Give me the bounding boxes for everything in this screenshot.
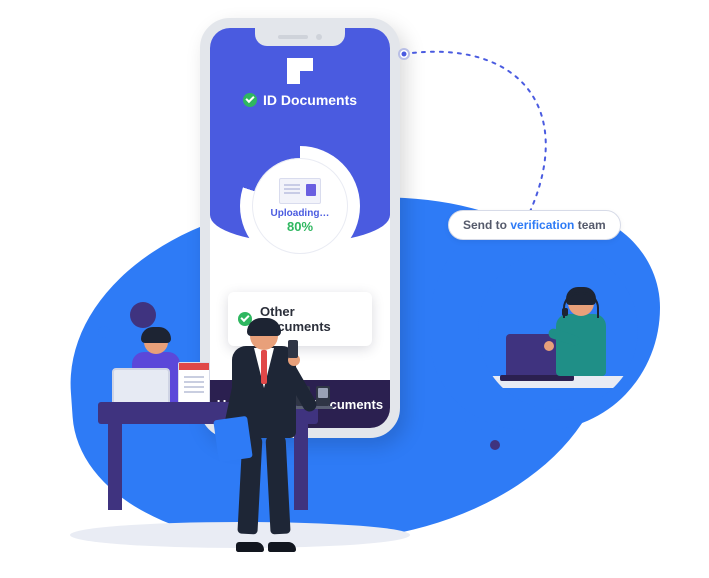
id-documents-label: ID Documents	[263, 92, 357, 108]
upload-progress-ring: Uploading… 80%	[240, 146, 360, 266]
vendor-person-icon	[210, 322, 320, 552]
agent-person-icon	[550, 290, 614, 376]
callout-suffix: team	[574, 218, 605, 232]
accent-dot	[130, 302, 156, 328]
folder-icon	[213, 416, 253, 462]
accent-dot	[98, 326, 110, 338]
verification-agent-illustration	[478, 250, 638, 410]
store-laptop-icon	[112, 368, 170, 406]
illustration-stage: ID Documents Uploading… 80% Other Docume…	[0, 0, 709, 578]
store-document-icon	[178, 362, 210, 404]
document-preview-icon	[279, 178, 321, 204]
headset-icon	[563, 292, 599, 318]
phone-notch	[255, 28, 345, 46]
id-documents-row: ID Documents	[210, 92, 390, 108]
app-logo-icon	[287, 58, 313, 84]
progress-ring-track: Uploading… 80%	[240, 146, 360, 266]
verification-callout: Send to verification team	[448, 210, 621, 240]
callout-prefix: Send to	[463, 218, 510, 232]
upload-percent-text: 80%	[287, 219, 313, 234]
smartphone-icon	[288, 340, 298, 358]
callout-highlight: verification	[510, 218, 574, 232]
progress-ring-center: Uploading… 80%	[252, 158, 348, 254]
accent-dot	[490, 440, 500, 450]
upload-status-text: Uploading…	[271, 208, 330, 219]
accent-dot	[460, 420, 482, 442]
check-circle-icon	[243, 93, 257, 107]
